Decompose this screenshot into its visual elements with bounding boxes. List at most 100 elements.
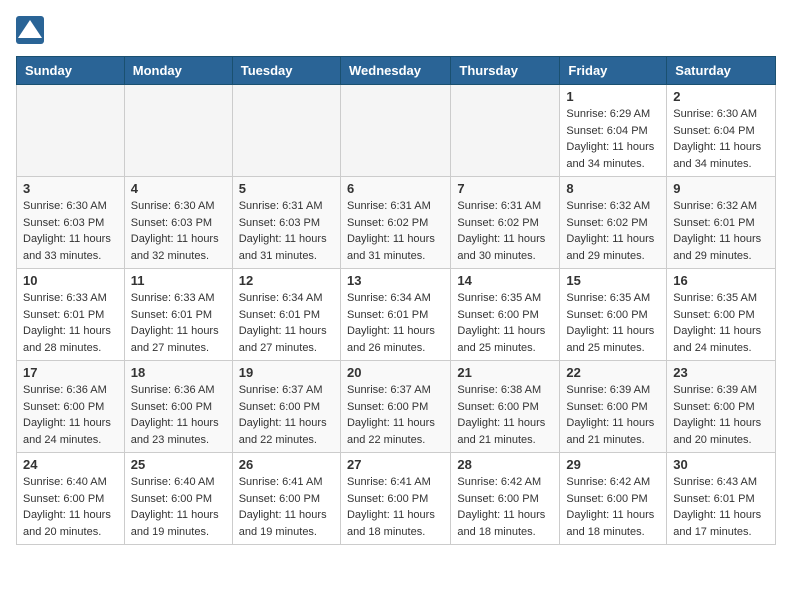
day-cell-29: 29Sunrise: 6:42 AM Sunset: 6:00 PM Dayli… xyxy=(560,453,667,545)
day-info: Sunrise: 6:41 AM Sunset: 6:00 PM Dayligh… xyxy=(347,474,444,540)
empty-cell xyxy=(451,85,560,177)
day-number: 22 xyxy=(566,365,660,380)
day-info: Sunrise: 6:36 AM Sunset: 6:00 PM Dayligh… xyxy=(23,382,118,448)
calendar-table: SundayMondayTuesdayWednesdayThursdayFrid… xyxy=(16,56,776,545)
day-number: 16 xyxy=(673,273,769,288)
day-cell-7: 7 Sunrise: 6:31 AM Sunset: 6:02 PM Daylig… xyxy=(451,177,560,269)
day-cell-16: 16 Sunrise: 6:35 AM Sunset: 6:00 PM Dayli… xyxy=(667,269,776,361)
day-cell-26: 26 Sunrise: 6:41 AM Sunset: 6:00 PM Dayli… xyxy=(232,453,340,545)
day-number: 12 xyxy=(239,273,334,288)
day-number: 20 xyxy=(347,365,444,380)
col-header-wednesday: Wednesday xyxy=(340,57,450,85)
empty-cell xyxy=(17,85,125,177)
empty-cell xyxy=(124,85,232,177)
day-cell-19: 19 Sunrise: 6:37 AM Sunset: 6:00 PM Dayli… xyxy=(232,361,340,453)
day-number: 2 xyxy=(673,89,769,104)
day-number: 14 xyxy=(457,273,553,288)
day-info: Sunrise: 6:35 AM Sunset: 6:00 PM Dayligh… xyxy=(673,290,769,356)
day-cell-8: 8 Sunrise: 6:32 AM Sunset: 6:02 PM Daylig… xyxy=(560,177,667,269)
day-info: Sunrise: 6:31 AM Sunset: 6:03 PM Dayligh… xyxy=(239,198,334,264)
day-number: 1 xyxy=(566,89,660,104)
col-header-sunday: Sunday xyxy=(17,57,125,85)
col-header-monday: Monday xyxy=(124,57,232,85)
day-number: 21 xyxy=(457,365,553,380)
day-cell-6: 6 Sunrise: 6:31 AM Sunset: 6:02 PM Daylig… xyxy=(340,177,450,269)
day-cell-14: 14 Sunrise: 6:35 AM Sunset: 6:00 PM Dayli… xyxy=(451,269,560,361)
day-cell-11: 11 Sunrise: 6:33 AM Sunset: 6:01 PM Dayli… xyxy=(124,269,232,361)
day-info: Sunrise: 6:34 AM Sunset: 6:01 PM Dayligh… xyxy=(239,290,334,356)
day-info: Sunrise: 6:33 AM Sunset: 6:01 PM Dayligh… xyxy=(23,290,118,356)
day-number: 18 xyxy=(131,365,226,380)
day-cell-27: 27 Sunrise: 6:41 AM Sunset: 6:00 PM Dayli… xyxy=(340,453,450,545)
day-cell-28: 28 Sunrise: 6:42 AM Sunset: 6:00 PM Dayli… xyxy=(451,453,560,545)
day-number: 26 xyxy=(239,457,334,472)
week-row-5: 24Sunrise: 6:40 AM Sunset: 6:00 PM Dayli… xyxy=(17,453,776,545)
day-number: 17 xyxy=(23,365,118,380)
day-info: Sunrise: 6:32 AM Sunset: 6:01 PM Dayligh… xyxy=(673,198,769,264)
day-info: Sunrise: 6:35 AM Sunset: 6:00 PM Dayligh… xyxy=(566,290,660,356)
day-cell-24: 24Sunrise: 6:40 AM Sunset: 6:00 PM Dayli… xyxy=(17,453,125,545)
day-number: 27 xyxy=(347,457,444,472)
day-info: Sunrise: 6:37 AM Sunset: 6:00 PM Dayligh… xyxy=(347,382,444,448)
day-cell-4: 4Sunrise: 6:30 AM Sunset: 6:03 PM Daylig… xyxy=(124,177,232,269)
day-cell-30: 30 Sunrise: 6:43 AM Sunset: 6:01 PM Dayli… xyxy=(667,453,776,545)
page-header xyxy=(16,16,776,44)
calendar-header-row: SundayMondayTuesdayWednesdayThursdayFrid… xyxy=(17,57,776,85)
day-number: 9 xyxy=(673,181,769,196)
day-cell-18: 18 Sunrise: 6:36 AM Sunset: 6:00 PM Dayli… xyxy=(124,361,232,453)
day-info: Sunrise: 6:34 AM Sunset: 6:01 PM Dayligh… xyxy=(347,290,444,356)
day-info: Sunrise: 6:43 AM Sunset: 6:01 PM Dayligh… xyxy=(673,474,769,540)
day-info: Sunrise: 6:37 AM Sunset: 6:00 PM Dayligh… xyxy=(239,382,334,448)
day-number: 8 xyxy=(566,181,660,196)
empty-cell xyxy=(340,85,450,177)
day-number: 29 xyxy=(566,457,660,472)
day-info: Sunrise: 6:30 AM Sunset: 6:03 PM Dayligh… xyxy=(131,198,226,264)
day-number: 6 xyxy=(347,181,444,196)
day-number: 7 xyxy=(457,181,553,196)
day-number: 5 xyxy=(239,181,334,196)
day-info: Sunrise: 6:32 AM Sunset: 6:02 PM Dayligh… xyxy=(566,198,660,264)
day-cell-9: 9 Sunrise: 6:32 AM Sunset: 6:01 PM Daylig… xyxy=(667,177,776,269)
day-number: 25 xyxy=(131,457,226,472)
day-info: Sunrise: 6:30 AM Sunset: 6:03 PM Dayligh… xyxy=(23,198,118,264)
day-info: Sunrise: 6:36 AM Sunset: 6:00 PM Dayligh… xyxy=(131,382,226,448)
day-cell-1: 1 Sunrise: 6:29 AM Sunset: 6:04 PM Daylig… xyxy=(560,85,667,177)
day-info: Sunrise: 6:31 AM Sunset: 6:02 PM Dayligh… xyxy=(457,198,553,264)
day-info: Sunrise: 6:42 AM Sunset: 6:00 PM Dayligh… xyxy=(457,474,553,540)
day-cell-22: 22 Sunrise: 6:39 AM Sunset: 6:00 PM Dayli… xyxy=(560,361,667,453)
day-cell-10: 10 Sunrise: 6:33 AM Sunset: 6:01 PM Dayli… xyxy=(17,269,125,361)
day-number: 11 xyxy=(131,273,226,288)
day-cell-13: 13 Sunrise: 6:34 AM Sunset: 6:01 PM Dayli… xyxy=(340,269,450,361)
day-cell-17: 17 Sunrise: 6:36 AM Sunset: 6:00 PM Dayli… xyxy=(17,361,125,453)
day-info: Sunrise: 6:39 AM Sunset: 6:00 PM Dayligh… xyxy=(673,382,769,448)
empty-cell xyxy=(232,85,340,177)
day-number: 13 xyxy=(347,273,444,288)
day-number: 15 xyxy=(566,273,660,288)
day-cell-21: 21 Sunrise: 6:38 AM Sunset: 6:00 PM Dayli… xyxy=(451,361,560,453)
day-number: 3 xyxy=(23,181,118,196)
day-info: Sunrise: 6:39 AM Sunset: 6:00 PM Dayligh… xyxy=(566,382,660,448)
day-number: 30 xyxy=(673,457,769,472)
week-row-3: 10 Sunrise: 6:33 AM Sunset: 6:01 PM Dayli… xyxy=(17,269,776,361)
day-info: Sunrise: 6:38 AM Sunset: 6:00 PM Dayligh… xyxy=(457,382,553,448)
week-row-2: 3 Sunrise: 6:30 AM Sunset: 6:03 PM Daylig… xyxy=(17,177,776,269)
logo xyxy=(16,16,48,44)
day-cell-20: 20 Sunrise: 6:37 AM Sunset: 6:00 PM Dayli… xyxy=(340,361,450,453)
day-cell-2: 2Sunrise: 6:30 AM Sunset: 6:04 PM Daylig… xyxy=(667,85,776,177)
day-number: 23 xyxy=(673,365,769,380)
logo-icon xyxy=(16,16,44,44)
day-cell-15: 15 Sunrise: 6:35 AM Sunset: 6:00 PM Dayli… xyxy=(560,269,667,361)
day-info: Sunrise: 6:35 AM Sunset: 6:00 PM Dayligh… xyxy=(457,290,553,356)
day-number: 24 xyxy=(23,457,118,472)
week-row-1: 1 Sunrise: 6:29 AM Sunset: 6:04 PM Daylig… xyxy=(17,85,776,177)
day-info: Sunrise: 6:31 AM Sunset: 6:02 PM Dayligh… xyxy=(347,198,444,264)
day-number: 10 xyxy=(23,273,118,288)
day-number: 19 xyxy=(239,365,334,380)
col-header-saturday: Saturday xyxy=(667,57,776,85)
day-info: Sunrise: 6:33 AM Sunset: 6:01 PM Dayligh… xyxy=(131,290,226,356)
col-header-tuesday: Tuesday xyxy=(232,57,340,85)
day-info: Sunrise: 6:41 AM Sunset: 6:00 PM Dayligh… xyxy=(239,474,334,540)
day-number: 28 xyxy=(457,457,553,472)
day-info: Sunrise: 6:29 AM Sunset: 6:04 PM Dayligh… xyxy=(566,106,660,172)
day-cell-3: 3 Sunrise: 6:30 AM Sunset: 6:03 PM Daylig… xyxy=(17,177,125,269)
